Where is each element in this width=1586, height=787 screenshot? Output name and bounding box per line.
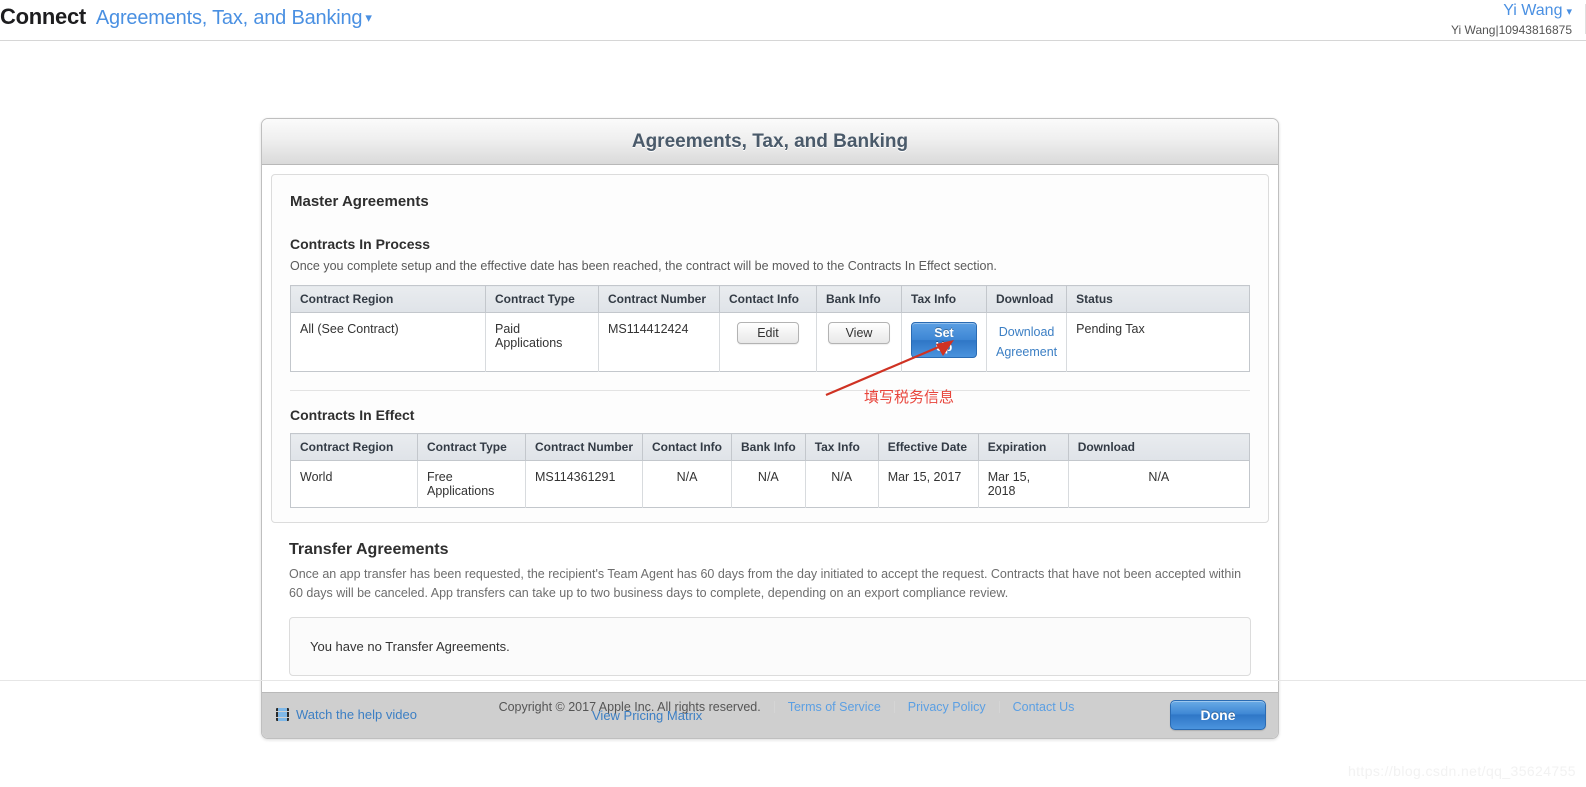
table-row: World Free Applications MS114361291 N/A … xyxy=(290,460,1250,508)
nav-section-label: Agreements, Tax, and Banking xyxy=(95,7,363,29)
contracts-in-process-description: Once you complete setup and the effectiv… xyxy=(290,259,997,273)
cell-contract-region: All (See Contract) xyxy=(290,312,486,372)
table-row: All (See Contract) Paid Applications MS1… xyxy=(290,312,1250,372)
contact-us-link[interactable]: Contact Us xyxy=(1000,700,1088,714)
edit-contact-info-button[interactable]: Edit xyxy=(737,322,799,344)
cell-expiration: Mar 15, 2018 xyxy=(978,460,1069,508)
view-bank-info-button[interactable]: View xyxy=(828,322,890,344)
top-navigation-bar: Connect Agreements, Tax, and Banking ▾ Yi… xyxy=(0,0,1586,41)
card-body: Master Agreements Contracts In Process O… xyxy=(262,165,1278,678)
user-name-label: Yi Wang xyxy=(1503,2,1563,19)
contracts-in-effect-heading: Contracts In Effect xyxy=(290,407,415,423)
column-header-contract-region: Contract Region xyxy=(290,285,486,313)
privacy-policy-link[interactable]: Privacy Policy xyxy=(895,700,999,714)
app-brand-label: Connect xyxy=(0,4,86,29)
nav-section-menu[interactable]: Agreements, Tax, and Banking ▾ xyxy=(96,7,372,30)
column-header-contract-number: Contract Number xyxy=(525,433,644,461)
cell-download: Download Agreement xyxy=(986,312,1068,372)
agreements-card: Agreements, Tax, and Banking Master Agre… xyxy=(261,118,1279,739)
cell-contract-number: MS114361291 xyxy=(525,460,644,508)
cell-contract-type: Free Applications xyxy=(417,460,526,508)
section-divider xyxy=(290,390,1250,391)
cell-tax-info: Set Up xyxy=(901,312,987,372)
master-agreements-panel: Master Agreements Contracts In Process O… xyxy=(271,174,1269,523)
contracts-in-process-table: Contract Region Contract Type Contract N… xyxy=(290,285,1250,372)
set-up-tax-info-button[interactable]: Set Up xyxy=(911,322,977,358)
terms-of-service-link[interactable]: Terms of Service xyxy=(775,700,894,714)
cell-download: N/A xyxy=(1068,460,1250,508)
page-canvas: Agreements, Tax, and Banking Master Agre… xyxy=(0,41,1586,787)
card-header: Agreements, Tax, and Banking xyxy=(262,119,1278,165)
column-header-contract-type: Contract Type xyxy=(485,285,599,313)
cell-contract-region: World xyxy=(290,460,418,508)
column-header-bank-info: Bank Info xyxy=(731,433,806,461)
transfer-agreements-description: Once an app transfer has been requested,… xyxy=(289,567,1242,600)
cell-effective-date: Mar 15, 2017 xyxy=(878,460,979,508)
cell-status: Pending Tax xyxy=(1066,312,1250,372)
master-agreements-heading: Master Agreements xyxy=(290,193,429,210)
cell-contact-info: N/A xyxy=(642,460,733,508)
annotation-text: 填写税务信息 xyxy=(864,388,955,406)
column-header-download: Download xyxy=(986,285,1068,313)
user-team-id-label: Yi Wang|10943816875 xyxy=(1451,23,1572,37)
download-agreement-link-line1[interactable]: Download xyxy=(999,325,1055,339)
column-header-contact-info: Contact Info xyxy=(642,433,733,461)
cell-bank-info: N/A xyxy=(731,460,806,508)
cell-contract-type: Paid Applications xyxy=(485,312,599,372)
page-title: Agreements, Tax, and Banking xyxy=(631,130,909,152)
download-agreement-link-line2[interactable]: Agreement xyxy=(996,345,1057,359)
cell-tax-info: N/A xyxy=(805,460,879,508)
chevron-down-icon: ▾ xyxy=(365,10,372,25)
contracts-in-process-heading: Contracts In Process xyxy=(290,236,431,252)
column-header-bank-info: Bank Info xyxy=(816,285,902,313)
cell-bank-info: View xyxy=(816,312,902,372)
transfer-agreements-section: Transfer Agreements Once an app transfer… xyxy=(271,541,1269,678)
transfer-agreements-empty-state: You have no Transfer Agreements. xyxy=(289,617,1251,676)
column-header-tax-info: Tax Info xyxy=(805,433,879,461)
column-header-effective-date: Effective Date xyxy=(878,433,979,461)
transfer-agreements-heading: Transfer Agreements xyxy=(289,541,449,558)
cell-contact-info: Edit xyxy=(719,312,817,372)
table-header-row: Contract Region Contract Type Contract N… xyxy=(290,433,1250,461)
column-header-contract-number: Contract Number xyxy=(598,285,720,313)
watermark-text: https://blog.csdn.net/qq_35624755 xyxy=(1347,763,1576,779)
table-header-row: Contract Region Contract Type Contract N… xyxy=(290,285,1250,313)
cell-contract-number: MS114412424 xyxy=(598,312,720,372)
column-header-tax-info: Tax Info xyxy=(901,285,987,313)
chevron-down-icon: ▾ xyxy=(1566,6,1572,18)
user-menu[interactable]: Yi Wang ▾ xyxy=(1451,2,1572,20)
column-header-expiration: Expiration xyxy=(978,433,1069,461)
contracts-in-effect-table: Contract Region Contract Type Contract N… xyxy=(290,433,1250,508)
copyright-label: Copyright © 2017 Apple Inc. All rights r… xyxy=(498,700,761,714)
column-header-contract-region: Contract Region xyxy=(290,433,418,461)
column-header-contract-type: Contract Type xyxy=(417,433,526,461)
site-footer-inner: Copyright © 2017 Apple Inc. All rights r… xyxy=(499,700,1088,714)
site-footer: Copyright © 2017 Apple Inc. All rights r… xyxy=(0,680,1586,716)
nav-left-group: Connect Agreements, Tax, and Banking ▾ xyxy=(0,4,372,30)
column-header-download: Download xyxy=(1068,433,1250,461)
nav-right-group: Yi Wang ▾ Yi Wang|10943816875 xyxy=(1451,2,1572,38)
column-header-contact-info: Contact Info xyxy=(719,285,817,313)
column-header-status: Status xyxy=(1066,285,1250,313)
